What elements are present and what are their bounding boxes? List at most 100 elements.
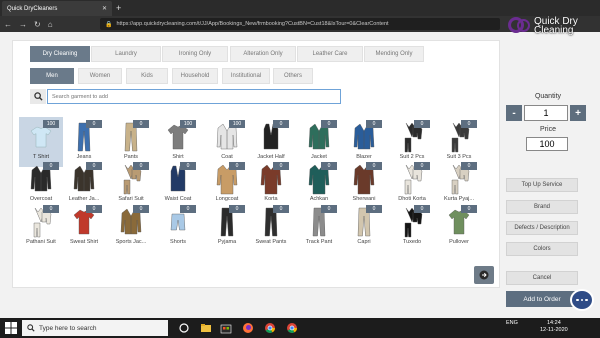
brand-logo: Quick Dry Cleaning <box>508 12 594 40</box>
garment-item-sweat-pants[interactable]: 0 Sweat Pants <box>249 202 293 252</box>
arrow-right-icon <box>479 270 489 280</box>
defects-description-button[interactable]: Defects / Description <box>506 221 578 235</box>
search-icon[interactable] <box>30 89 46 104</box>
forward-icon[interactable]: → <box>19 20 27 29</box>
quantity-increase-button[interactable]: + <box>570 105 586 121</box>
category-tab-kids[interactable]: Kids <box>126 68 168 84</box>
chrome-icon[interactable] <box>264 322 276 334</box>
garment-search-input[interactable] <box>47 89 341 104</box>
chrome-icon-2[interactable] <box>286 322 298 334</box>
garment-count-badge: 0 <box>43 162 59 170</box>
garment-count-badge: 0 <box>321 162 337 170</box>
garment-count-badge: 0 <box>86 162 102 170</box>
garment-count-badge: 0 <box>180 162 196 170</box>
garment-label: Capri <box>357 239 371 245</box>
quantity-decrease-button[interactable]: - <box>506 105 522 121</box>
chat-icon[interactable] <box>570 289 594 311</box>
garment-count-badge: 0 <box>229 162 245 170</box>
category-tab-others[interactable]: Others <box>273 68 313 84</box>
garment-count-badge: 0 <box>366 205 382 213</box>
browser-tab[interactable]: Quick DryCleaners ✕ <box>2 1 112 16</box>
price-input[interactable] <box>526 137 568 151</box>
garment-item-tuxedo[interactable]: 0 Tuxedo <box>390 202 434 252</box>
price-label: Price <box>540 126 556 133</box>
garment-count-badge: 100 <box>229 120 245 128</box>
garment-count-badge: 0 <box>43 205 59 213</box>
garment-item-shorts[interactable]: 0 Shorts <box>156 202 200 252</box>
garment-count-badge: 0 <box>273 162 289 170</box>
garment-count-badge: 0 <box>461 120 477 128</box>
firefox-icon[interactable] <box>242 322 254 334</box>
reload-icon[interactable]: ↻ <box>34 20 41 29</box>
new-tab-icon[interactable]: + <box>116 2 121 14</box>
garment-count-badge: 100 <box>180 120 196 128</box>
logo-icon <box>508 16 532 36</box>
category-tab-household[interactable]: Household <box>172 68 218 84</box>
taskbar-search-placeholder: Type here to search <box>39 324 97 332</box>
garment-count-badge: 0 <box>321 205 337 213</box>
cancel-button[interactable]: Cancel <box>506 271 578 285</box>
category-tab-women[interactable]: Women <box>78 68 122 84</box>
garment-item-capri[interactable]: 0 Capri <box>342 202 386 252</box>
garment-label: Shorts <box>170 239 186 245</box>
garment-label: Sports Jac... <box>115 239 147 245</box>
file-explorer-icon[interactable] <box>200 322 212 334</box>
garment-count-badge: 0 <box>366 120 382 128</box>
garment-count-badge: 0 <box>461 205 477 213</box>
service-tab-laundry[interactable]: Laundry <box>91 46 161 62</box>
garment-count-badge: 0 <box>133 162 149 170</box>
store-icon[interactable] <box>220 322 232 334</box>
garment-item-pathani-suit[interactable]: 0 Pathani Suit <box>19 202 63 252</box>
quantity-input[interactable] <box>524 105 568 121</box>
garment-count-badge: 0 <box>273 205 289 213</box>
garment-label: Sweat Shirt <box>69 239 99 245</box>
garment-count-badge: 0 <box>180 205 196 213</box>
category-tab-institutional[interactable]: Institutional <box>222 68 270 84</box>
home-icon[interactable]: ⌂ <box>48 20 53 29</box>
close-tab-icon[interactable]: ✕ <box>102 5 107 12</box>
garment-count-badge: 0 <box>229 205 245 213</box>
service-tab-leather-care[interactable]: Leather Care <box>297 46 363 62</box>
garment-count-badge: 0 <box>414 120 430 128</box>
browser-tab-title: Quick DryCleaners <box>7 5 58 12</box>
address-bar-url: https://app.quickdrycleaning.com/t/JJ/Ap… <box>116 21 389 27</box>
taskbar-search-icon <box>27 324 35 332</box>
garment-count-badge: 0 <box>414 162 430 170</box>
windows-start-icon[interactable] <box>4 321 18 335</box>
colors-button[interactable]: Colors <box>506 242 578 256</box>
back-icon[interactable]: ← <box>4 20 12 29</box>
garment-count-badge: 0 <box>414 205 430 213</box>
garment-count-badge: 0 <box>321 120 337 128</box>
clock-time: 14:24 <box>546 320 561 326</box>
add-to-order-button[interactable]: Add to Order <box>506 291 578 307</box>
brand-line2: Cleaning <box>534 25 574 36</box>
lock-icon: 🔒 <box>105 21 113 28</box>
language-indicator[interactable]: ENG <box>506 320 518 326</box>
garment-count-badge: 0 <box>86 205 102 213</box>
garment-count-badge: 100 <box>43 120 59 128</box>
garment-count-badge: 0 <box>133 205 149 213</box>
garment-label: Sweat Pants <box>255 239 287 245</box>
garment-item-pyjama[interactable]: 0 Pyjama <box>205 202 249 252</box>
garment-item-sweat-shirt[interactable]: 0 Sweat Shirt <box>62 202 106 252</box>
top-up-service-button[interactable]: Top Up Service <box>506 178 578 192</box>
address-bar[interactable]: 🔒 https://app.quickdrycleaning.com/t/JJ/… <box>100 18 500 30</box>
garment-label: Tuxedo <box>402 239 422 245</box>
next-page-button[interactable] <box>474 266 494 284</box>
category-tab-men[interactable]: Men <box>30 68 74 84</box>
garment-count-badge: 0 <box>133 120 149 128</box>
service-tab-mending-only[interactable]: Mending Only <box>364 46 424 62</box>
garment-label: Pullover <box>449 239 469 245</box>
taskbar-search-box[interactable]: Type here to search <box>22 320 168 336</box>
task-view-icon[interactable] <box>178 322 190 334</box>
service-tab-dry-cleaning[interactable]: Dry Cleaning <box>30 46 90 62</box>
garment-item-pullover[interactable]: 0 Pullover <box>437 202 481 252</box>
garment-item-sports-jac[interactable]: 0 Sports Jac... <box>109 202 153 252</box>
quantity-label: Quantity <box>534 93 562 100</box>
service-tab-alteration-only[interactable]: Alteration Only <box>230 46 296 62</box>
garment-count-badge: 0 <box>273 120 289 128</box>
service-tab-ironing-only[interactable]: Ironing Only <box>162 46 228 62</box>
brand-button[interactable]: Brand <box>506 200 578 214</box>
taskbar-clock[interactable]: 14:24 12-11-2020 <box>540 320 568 334</box>
garment-item-track-pant[interactable]: 0 Track Pant <box>297 202 341 252</box>
